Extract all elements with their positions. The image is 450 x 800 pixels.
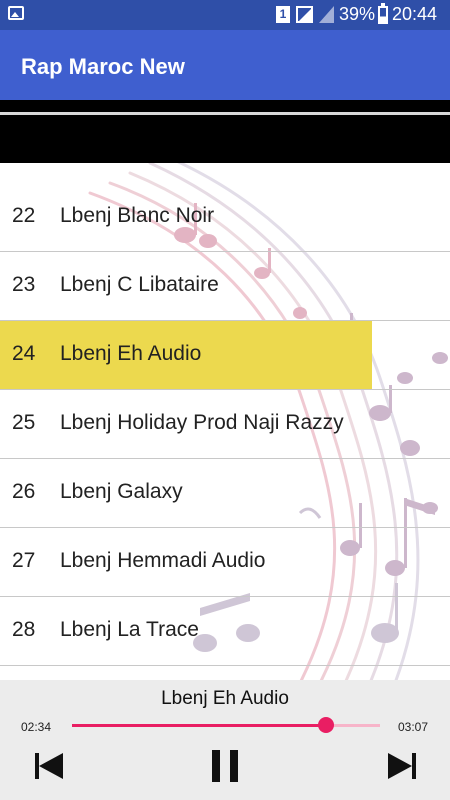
track-title: Lbenj Galaxy bbox=[60, 480, 183, 503]
track-title: Lbenj Holiday Prod Naji Razzy bbox=[60, 411, 344, 434]
row-divider bbox=[0, 665, 450, 666]
track-title: Lbenj Hemmadi Audio bbox=[60, 549, 266, 572]
status-bar: 1 39% 20:44 bbox=[0, 0, 450, 30]
track-row[interactable]: 22 Lbenj Blanc Noir bbox=[0, 183, 450, 252]
status-time: 20:44 bbox=[392, 4, 438, 24]
next-button[interactable] bbox=[382, 750, 422, 782]
app-title: Rap Maroc New bbox=[21, 54, 185, 79]
track-row[interactable]: 25 Lbenj Holiday Prod Naji Razzy bbox=[0, 390, 450, 459]
track-title: Lbenj C Libataire bbox=[60, 273, 219, 296]
seek-progress bbox=[72, 724, 327, 727]
gallery-notification-icon bbox=[8, 6, 24, 20]
pause-icon bbox=[212, 750, 238, 782]
signal-icon bbox=[296, 6, 313, 23]
skip-next-icon bbox=[388, 753, 416, 779]
track-number: 26 bbox=[12, 480, 36, 503]
track-title: Lbenj La Trace bbox=[60, 618, 199, 641]
track-row[interactable]: 27 Lbenj Hemmadi Audio bbox=[0, 528, 450, 597]
total-time: 03:07 bbox=[398, 720, 429, 734]
track-row[interactable]: 28 Lbenj La Trace bbox=[0, 597, 450, 666]
track-title: Lbenj Eh Audio bbox=[60, 342, 202, 365]
app-bar: Rap Maroc New bbox=[0, 30, 450, 100]
track-title: Lbenj Blanc Noir bbox=[60, 204, 215, 227]
previous-button[interactable] bbox=[29, 750, 69, 782]
skip-previous-icon bbox=[35, 753, 63, 779]
wifi-icon bbox=[319, 6, 334, 23]
seek-bar[interactable] bbox=[72, 717, 380, 733]
current-time: 02:34 bbox=[21, 720, 52, 734]
seek-thumb[interactable] bbox=[318, 717, 335, 733]
pause-button[interactable] bbox=[205, 750, 245, 782]
track-number: 22 bbox=[12, 204, 36, 227]
track-number: 23 bbox=[12, 273, 36, 296]
track-number: 27 bbox=[12, 549, 36, 572]
track-row-selected[interactable]: 24 Lbenj Eh Audio bbox=[0, 321, 450, 390]
track-row[interactable]: 23 Lbenj C Libataire bbox=[0, 252, 450, 321]
track-number: 25 bbox=[12, 411, 36, 434]
player-bar: Lbenj Eh Audio 02:34 03:07 bbox=[0, 680, 450, 800]
battery-percent: 39% bbox=[339, 4, 376, 24]
ad-banner-top bbox=[0, 100, 450, 112]
track-number: 28 bbox=[12, 618, 36, 641]
track-row[interactable]: 26 Lbenj Galaxy bbox=[0, 459, 450, 528]
now-playing-title: Lbenj Eh Audio bbox=[161, 688, 289, 709]
track-number: 24 bbox=[12, 342, 36, 365]
sim-icon: 1 bbox=[276, 6, 290, 23]
battery-icon bbox=[378, 3, 388, 24]
track-list[interactable]: 22 Lbenj Blanc Noir 23 Lbenj C Libataire… bbox=[0, 163, 450, 680]
ad-banner[interactable] bbox=[0, 115, 450, 163]
